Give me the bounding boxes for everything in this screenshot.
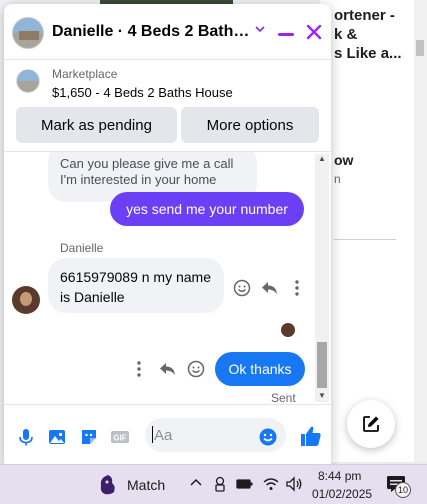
taskbar: Match 8:44 pm 01/02/2025 [0,464,427,504]
message-input-placeholder: Aa [154,427,173,444]
chevron-down-icon[interactable] [254,22,266,38]
message-bubble-received[interactable]: 6615979089 n my name is Danielle [48,258,224,313]
scroll-up-arrow-icon[interactable]: ▲ [318,154,326,163]
speaker-icon[interactable] [285,476,303,495]
page-scrollbar[interactable] [414,0,427,462]
text-caret [152,426,153,443]
wifi-icon[interactable] [263,477,279,494]
marketplace-listing: Marketplace $1,650 - 4 Beds 2 Baths Hous… [4,60,331,152]
gif-icon[interactable]: GIF [110,427,130,447]
thumbs-up-icon[interactable] [299,424,321,446]
background-snippet-title[interactable]: ortener - k & s Like a... [334,6,424,63]
svg-text:GIF: GIF [113,434,126,443]
new-message-button[interactable] [347,400,395,448]
background-snippet-subtitle[interactable]: ow [334,152,353,168]
marketplace-label: Marketplace [52,67,118,81]
message-list: Can you please give me a call I'm intere… [4,152,331,402]
background-snippet-meta: n [334,172,341,186]
more-actions-icon[interactable] [137,361,141,381]
more-options-button[interactable]: More options [181,107,319,143]
background-card [320,0,420,462]
message-bubble-sent[interactable]: yes send me your number [110,192,304,226]
battery-icon[interactable] [236,477,254,494]
notification-count-badge: 10 [395,482,411,498]
sent-status: Sent [271,391,296,402]
mark-as-pending-button[interactable]: Mark as pending [16,107,177,143]
reply-icon[interactable] [159,361,177,381]
listing-avatar[interactable] [12,17,44,49]
tray-app-icon[interactable] [213,476,227,495]
chat-header: Danielle · 4 Beds 2 Baths H... [4,4,331,60]
listing-title[interactable]: $1,650 - 4 Beds 2 Baths House [52,85,233,100]
close-icon[interactable] [304,22,324,42]
scroll-down-arrow-icon[interactable]: ▼ [318,391,326,400]
chat-title[interactable]: Danielle · 4 Beds 2 Baths H... [52,23,252,41]
chat-window: Danielle · 4 Beds 2 Baths H... Marketpla… [4,4,331,464]
reply-icon[interactable] [261,280,279,300]
message-scrollbar-thumb[interactable] [317,342,327,388]
minimize-icon[interactable] [278,33,294,36]
message-bubble-sent[interactable]: Ok thanks [215,352,305,386]
sender-name: Danielle [60,241,104,255]
compose-icon [361,414,381,439]
clock-date[interactable]: 01/02/2025 [312,487,372,501]
emoji-react-icon[interactable] [187,360,205,382]
page-scrollbar-thumb[interactable] [416,40,424,56]
sender-avatar[interactable] [12,286,40,314]
read-receipt-avatar [281,323,295,337]
sticker-icon[interactable] [79,427,99,447]
taskbar-app-label[interactable]: Match [127,477,165,493]
app-logo-icon[interactable] [98,474,118,499]
composer: GIF Aa [4,404,331,464]
microphone-icon[interactable] [16,427,36,447]
emoji-react-icon[interactable] [233,279,251,301]
emoji-icon[interactable] [258,427,278,447]
background-divider [334,239,396,240]
more-actions-icon[interactable] [295,280,299,300]
clock-time[interactable]: 8:44 pm [318,469,361,483]
photo-icon[interactable] [47,427,67,447]
chevron-up-icon[interactable] [189,476,203,493]
listing-thumbnail[interactable] [16,69,40,93]
